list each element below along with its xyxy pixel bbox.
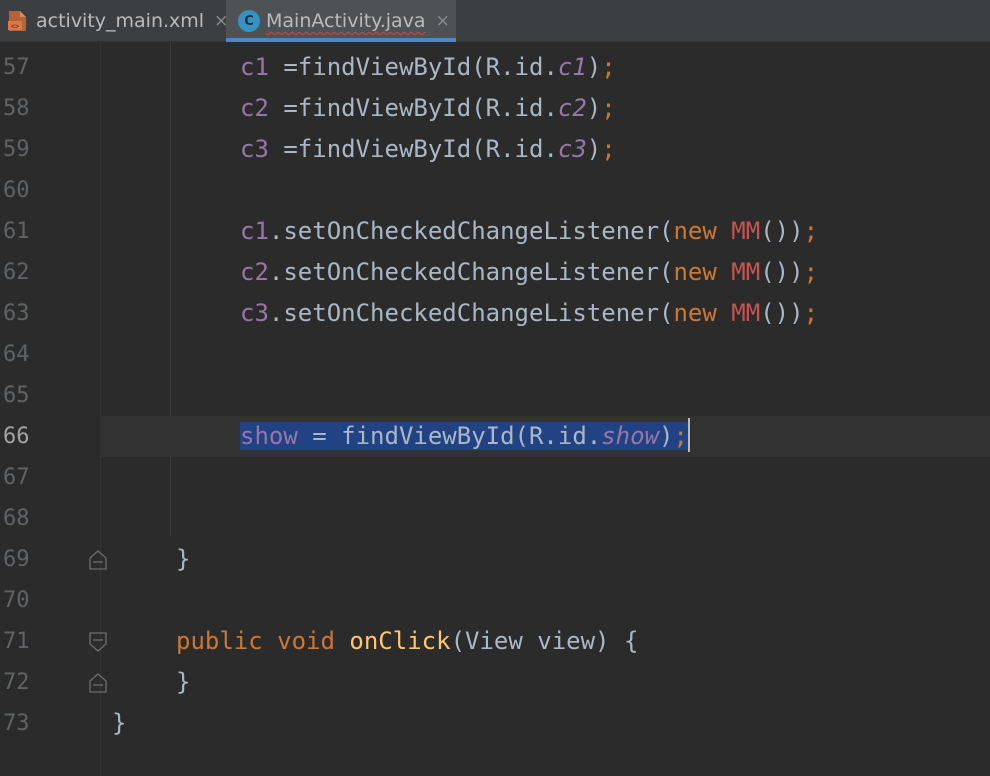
code-text: c1.setOnCheckedChangeListener(new MM()); [240, 217, 819, 245]
line-number: 65 [3, 383, 30, 408]
code-text: c1 =findViewById(R.id.c1); [240, 53, 616, 81]
code-text: c2.setOnCheckedChangeListener(new MM()); [240, 258, 819, 286]
code-line[interactable]: 64 [0, 334, 990, 375]
code-text: } [112, 709, 127, 737]
line-number: 71 [3, 629, 30, 654]
line-number: 62 [3, 260, 30, 285]
code-line[interactable]: 70 [0, 580, 990, 621]
line-number: 58 [3, 96, 30, 121]
code-text: c2 =findViewById(R.id.c2); [240, 94, 616, 122]
line-number: 63 [3, 301, 30, 326]
code-line[interactable]: 73 } [0, 703, 990, 744]
svg-text:<>: <> [11, 23, 19, 31]
code-line[interactable]: 60 [0, 170, 990, 211]
line-number: 68 [3, 506, 30, 531]
tab-label: activity_main.xml [36, 10, 205, 32]
code-line-current[interactable]: 66 show = findViewById(R.id.show); [0, 416, 990, 457]
java-class-icon: C [238, 10, 260, 32]
code-line[interactable]: 65 [0, 375, 990, 416]
line-number: 59 [3, 137, 30, 162]
tab-activity-main-xml[interactable]: <> activity_main.xml × [0, 0, 228, 42]
line-number: 69 [3, 547, 30, 572]
code-line[interactable]: 61 c1.setOnCheckedChangeListener(new MM(… [0, 211, 990, 252]
code-line[interactable]: 57 c1 =findViewById(R.id.c1); [0, 47, 990, 88]
xml-file-icon: <> [6, 9, 30, 33]
text-caret [687, 418, 690, 452]
code-text: } [176, 545, 191, 573]
line-number: 70 [3, 588, 30, 613]
tab-label: MainActivity.java [266, 10, 426, 32]
editor-tab-bar: <> activity_main.xml × C MainActivity.ja… [0, 0, 990, 42]
line-number: 60 [3, 178, 30, 203]
code-text: show = findViewById(R.id.show); [240, 416, 690, 457]
fold-end-icon[interactable] [89, 550, 107, 570]
code-line[interactable]: 62 c2.setOnCheckedChangeListener(new MM(… [0, 252, 990, 293]
code-line[interactable]: 71 public void onClick(View view) { [0, 621, 990, 662]
code-editor[interactable]: 57 c1 =findViewById(R.id.c1); 58 c2 =fin… [0, 42, 990, 776]
code-text: c3.setOnCheckedChangeListener(new MM()); [240, 299, 819, 327]
selection-highlight: show = findViewById(R.id.show); [240, 422, 688, 450]
fold-end-icon[interactable] [89, 673, 107, 693]
code-line[interactable]: 68 [0, 498, 990, 539]
line-number: 64 [3, 342, 30, 367]
code-line[interactable]: 69 } [0, 539, 990, 580]
code-line[interactable]: 63 c3.setOnCheckedChangeListener(new MM(… [0, 293, 990, 334]
code-text: } [176, 668, 191, 696]
code-line[interactable]: 58 c2 =findViewById(R.id.c2); [0, 88, 990, 129]
line-number: 72 [3, 670, 30, 695]
code-line[interactable]: 72 } [0, 662, 990, 703]
code-text: public void onClick(View view) { [176, 627, 639, 655]
code-line[interactable]: 67 [0, 457, 990, 498]
line-number: 73 [3, 711, 30, 736]
close-icon[interactable]: × [436, 11, 450, 31]
line-number: 67 [3, 465, 30, 490]
fold-start-icon[interactable] [89, 632, 107, 652]
line-number: 57 [3, 55, 30, 80]
line-number: 66 [3, 424, 30, 449]
tab-main-activity-java[interactable]: C MainActivity.java × [226, 0, 456, 42]
code-text: c3 =findViewById(R.id.c3); [240, 135, 616, 163]
line-number: 61 [3, 219, 30, 244]
code-line[interactable]: 59 c3 =findViewById(R.id.c3); [0, 129, 990, 170]
